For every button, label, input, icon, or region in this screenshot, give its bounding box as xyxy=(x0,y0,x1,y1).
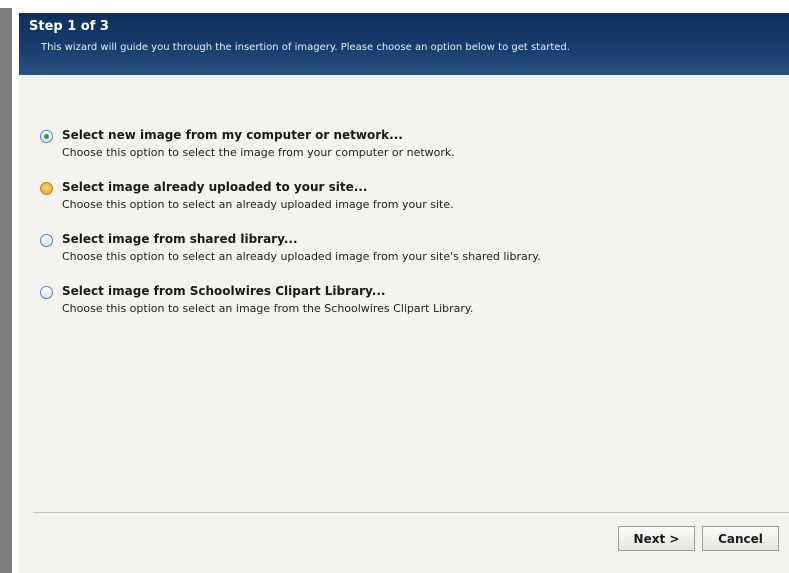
radio-hover-icon[interactable] xyxy=(40,182,53,195)
next-button[interactable]: Next > xyxy=(618,526,695,551)
option-description: Choose this option to select an image fr… xyxy=(62,302,474,315)
option-description: Choose this option to select an already … xyxy=(62,250,541,263)
radio-unselected-icon[interactable] xyxy=(40,286,53,299)
option-new-image[interactable]: Select new image from my computer or net… xyxy=(40,128,780,180)
option-label[interactable]: Select image from Schoolwires Clipart Li… xyxy=(62,284,385,298)
wizard-window: Step 1 of 3 This wizard will guide you t… xyxy=(0,0,789,573)
radio-selected-icon[interactable] xyxy=(40,130,53,143)
image-source-options: Select new image from my computer or net… xyxy=(40,128,780,336)
wizard-header: Step 1 of 3 This wizard will guide you t… xyxy=(19,13,789,75)
window-left-border xyxy=(0,8,12,573)
option-label[interactable]: Select new image from my computer or net… xyxy=(62,128,403,142)
option-label[interactable]: Select image from shared library... xyxy=(62,232,298,246)
radio-unselected-icon[interactable] xyxy=(40,234,53,247)
cancel-button[interactable]: Cancel xyxy=(702,526,779,551)
option-shared-library[interactable]: Select image from shared library... Choo… xyxy=(40,232,780,284)
option-clipart-library[interactable]: Select image from Schoolwires Clipart Li… xyxy=(40,284,780,336)
option-label[interactable]: Select image already uploaded to your si… xyxy=(62,180,367,194)
insert-image-wizard-dialog: Step 1 of 3 This wizard will guide you t… xyxy=(19,13,789,573)
footer-divider xyxy=(33,512,789,513)
wizard-instructions: This wizard will guide you through the i… xyxy=(41,42,570,53)
wizard-step-title: Step 1 of 3 xyxy=(29,19,109,34)
option-description: Choose this option to select an already … xyxy=(62,198,454,211)
option-description: Choose this option to select the image f… xyxy=(62,146,455,159)
window-top-edge xyxy=(0,0,789,8)
option-uploaded-image[interactable]: Select image already uploaded to your si… xyxy=(40,180,780,232)
